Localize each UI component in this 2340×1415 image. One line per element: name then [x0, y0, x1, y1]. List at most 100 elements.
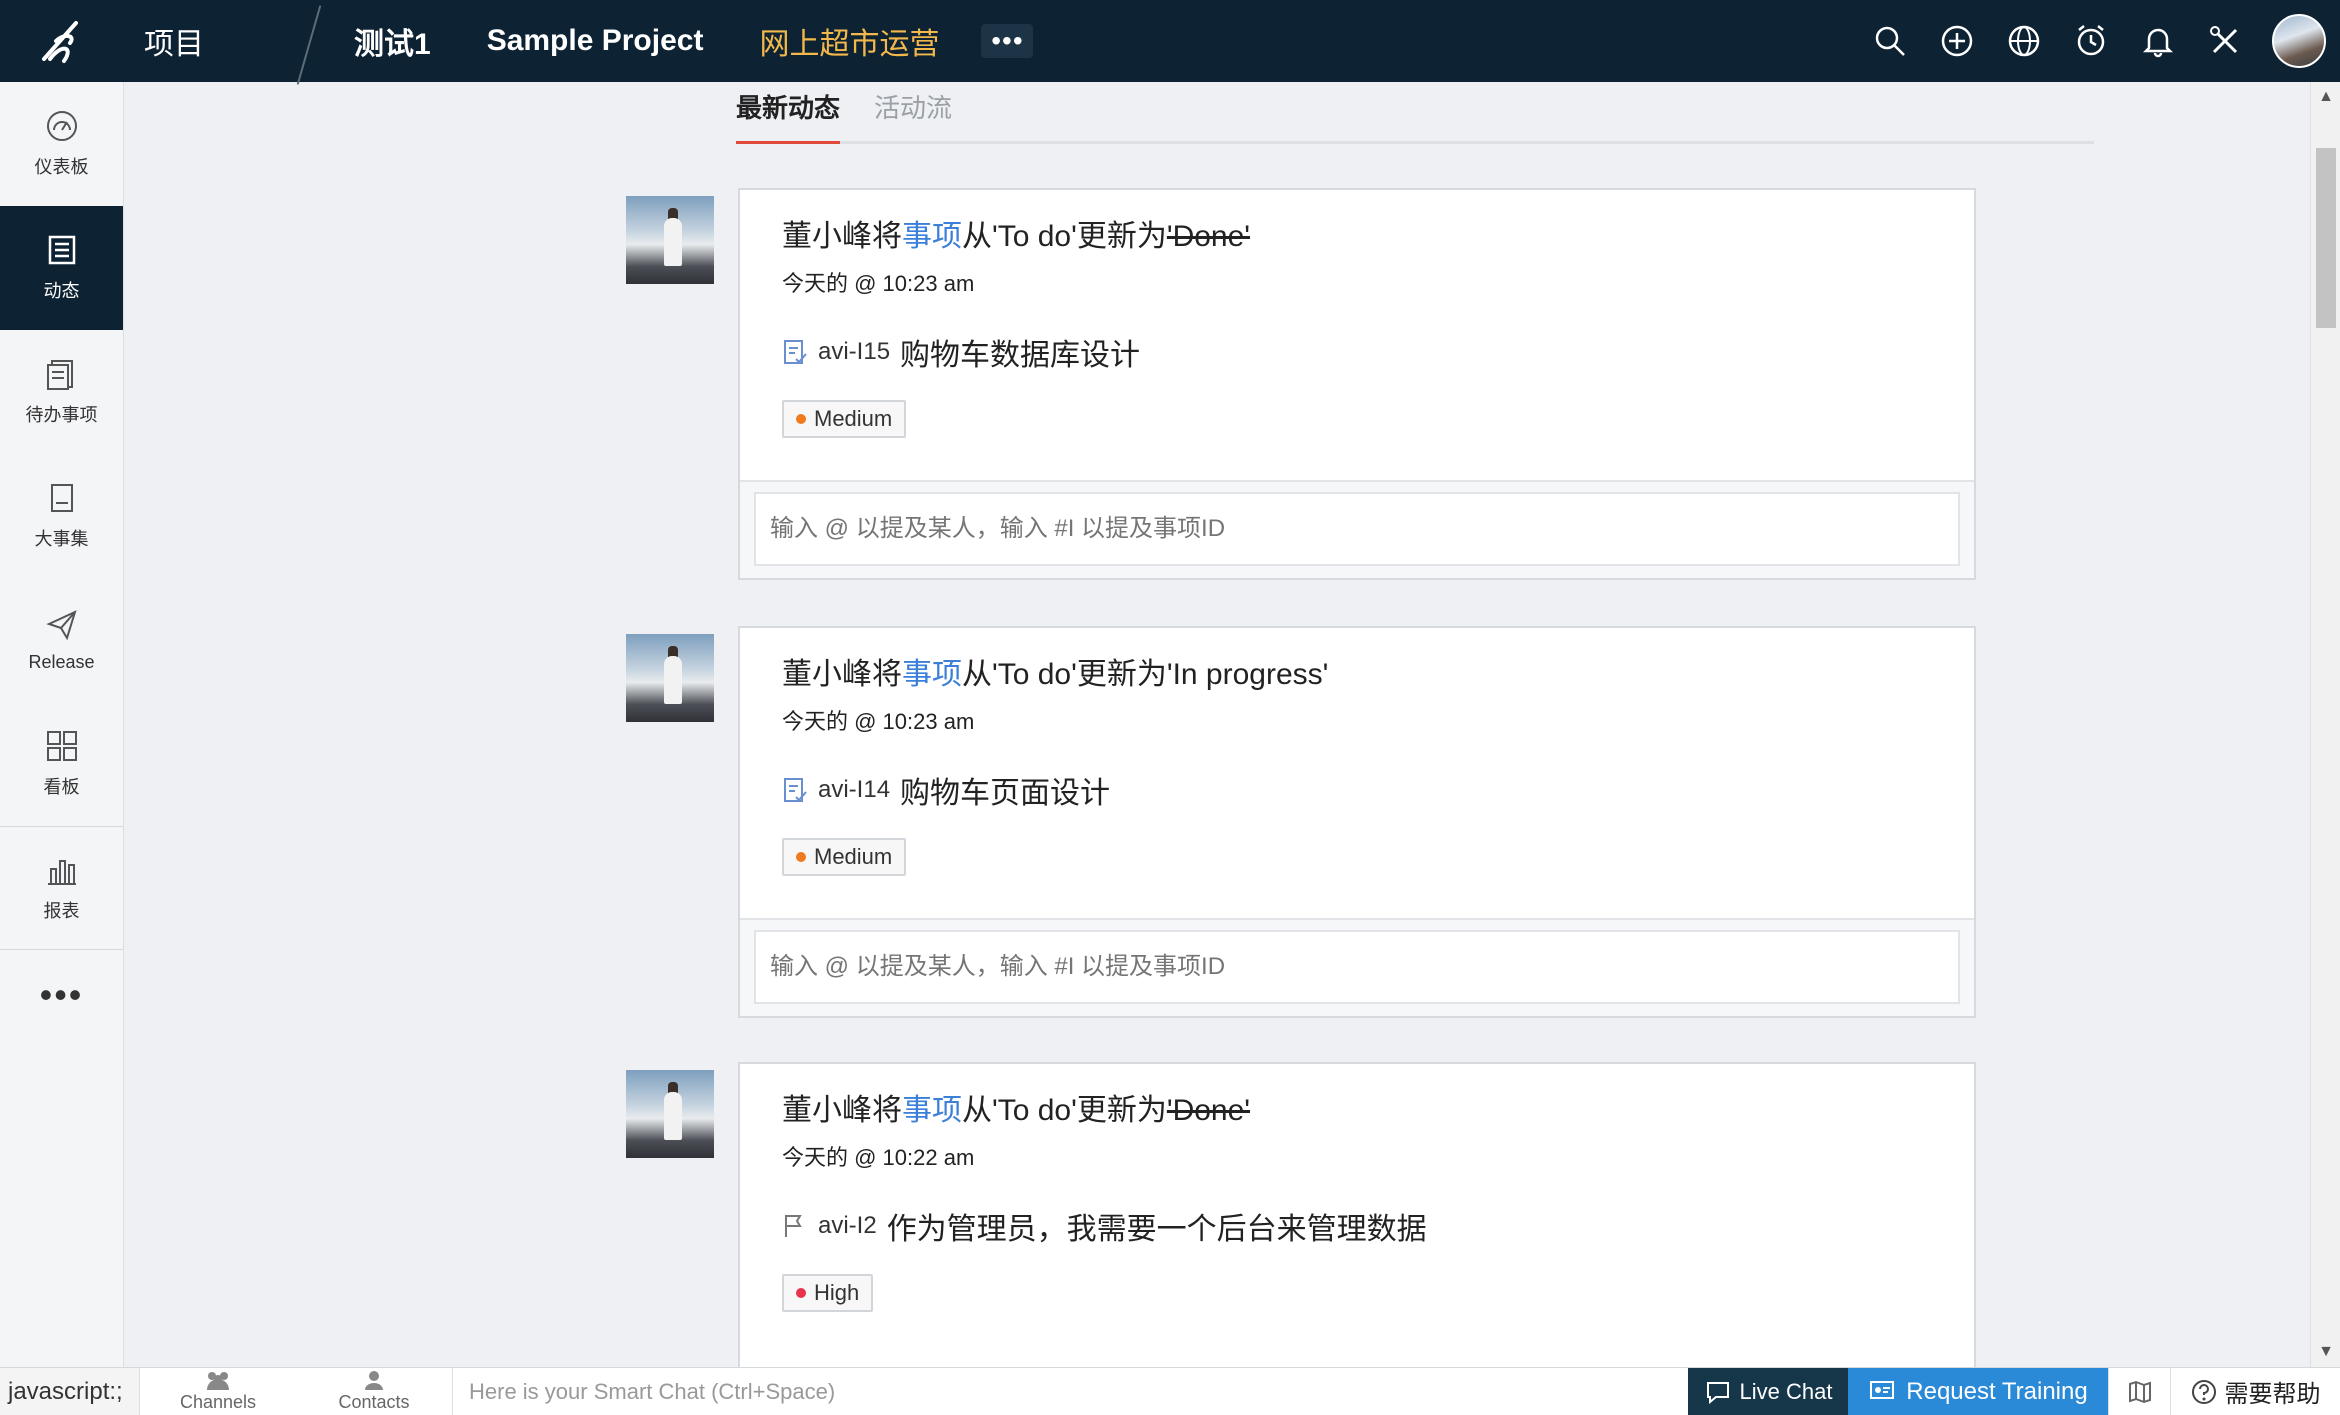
- sidebar-item-label: 看板: [43, 777, 80, 797]
- help-button[interactable]: 需要帮助: [2170, 1368, 2340, 1415]
- item-title[interactable]: 购物车页面设计: [900, 768, 1110, 812]
- feed-icon: [48, 235, 75, 265]
- nav-test1[interactable]: 测试1: [326, 0, 459, 82]
- sidebar-item-label: 仪表板: [34, 157, 89, 177]
- item-id[interactable]: avi-I14: [818, 776, 890, 804]
- user-avatar[interactable]: [2272, 14, 2326, 68]
- feed-entry: 董小峰将事项从'To do'更新为'Done' 今天的 @ 10:22 am a…: [626, 1062, 2106, 1367]
- sidebar-item-release[interactable]: Release: [0, 578, 123, 702]
- item-title[interactable]: 作为管理员，我需要一个后台来管理数据: [887, 1204, 1427, 1248]
- actor-name: 董小峰将: [782, 220, 902, 253]
- board-icon: [46, 731, 77, 761]
- tab-latest[interactable]: 最新动态: [736, 82, 841, 144]
- nav-sample-project[interactable]: Sample Project: [459, 0, 732, 82]
- chat-bubble-icon: [1706, 1381, 1729, 1404]
- scroll-up-arrow[interactable]: ▲: [2311, 82, 2340, 112]
- nav-online-supermarket[interactable]: 网上超市运营: [731, 0, 967, 82]
- epic-icon: [50, 484, 73, 512]
- item-link[interactable]: 事项: [902, 658, 962, 691]
- avatar[interactable]: [626, 196, 714, 284]
- map-icon: [2128, 1380, 2151, 1403]
- app-logo[interactable]: [0, 0, 124, 82]
- feed-card: 董小峰将事项从'To do'更新为'Done' 今天的 @ 10:23 am a…: [738, 188, 1976, 580]
- nav-projects[interactable]: 项目: [124, 0, 296, 82]
- sidebar-more-button[interactable]: •••: [0, 950, 123, 1040]
- settings-button[interactable]: [2191, 0, 2258, 82]
- sidebar-item-reports[interactable]: 报表: [0, 826, 123, 950]
- channels-tab[interactable]: Channels: [140, 1368, 296, 1415]
- status-change-text: 从'To do'更新为: [962, 1094, 1167, 1127]
- avatar[interactable]: [626, 634, 714, 722]
- work-item[interactable]: avi-I14 购物车页面设计: [782, 768, 1932, 812]
- logo-icon: [42, 21, 78, 63]
- new-status: 'In progress': [1166, 658, 1329, 691]
- sidebar-item-epics[interactable]: 大事集: [0, 454, 123, 578]
- comment-area: [740, 918, 1974, 1016]
- timer-button[interactable]: [2057, 0, 2124, 82]
- bottom-bar: javascript:; Channels Contacts Here is y…: [0, 1367, 2340, 1415]
- feed-entry: 董小峰将事项从'To do'更新为'Done' 今天的 @ 10:23 am a…: [626, 188, 2106, 580]
- contacts-tab[interactable]: Contacts: [296, 1368, 452, 1415]
- sidebar-item-label: 报表: [43, 901, 80, 921]
- item-id[interactable]: avi-I2: [818, 1212, 877, 1240]
- feed-card-title: 董小峰将事项从'To do'更新为'Done': [782, 1088, 1932, 1134]
- scroll-thumb[interactable]: [2316, 148, 2336, 328]
- backlog-icon: [46, 360, 73, 390]
- new-status: 'Done': [1166, 1094, 1251, 1127]
- item-link[interactable]: 事项: [902, 1094, 962, 1127]
- sidebar-item-dashboard[interactable]: 仪表板: [0, 82, 123, 206]
- priority-label: High: [814, 1280, 860, 1305]
- sidebar-item-backlog[interactable]: 待办事项: [0, 330, 123, 454]
- sidebar-item-board[interactable]: 看板: [0, 702, 123, 826]
- global-button[interactable]: [1990, 0, 2057, 82]
- smart-chat-input[interactable]: Here is your Smart Chat (Ctrl+Space): [452, 1368, 1688, 1415]
- flag-icon: [785, 1215, 802, 1237]
- comment-input[interactable]: [754, 930, 1960, 1004]
- avatar[interactable]: [626, 1070, 714, 1158]
- timestamp: 今天的 @ 10:23 am: [782, 271, 975, 296]
- help-label: 需要帮助: [2224, 1381, 2321, 1408]
- notifications-button[interactable]: [2124, 0, 2191, 82]
- status-url: javascript:;: [0, 1368, 140, 1415]
- item-title[interactable]: 购物车数据库设计: [900, 330, 1140, 374]
- task-icon: [784, 778, 807, 802]
- sidebar-item-feed[interactable]: 动态: [0, 206, 123, 330]
- work-item[interactable]: avi-I15 购物车数据库设计: [782, 330, 1932, 374]
- comment-input[interactable]: [754, 492, 1960, 566]
- alarm-clock-icon: [2077, 25, 2104, 56]
- search-icon: [1875, 26, 1905, 56]
- live-chat-label: Live Chat: [1739, 1378, 1833, 1404]
- tab-activity-stream[interactable]: 活动流: [874, 82, 952, 144]
- request-training-button[interactable]: Request Training: [1848, 1368, 2108, 1415]
- priority-label: Medium: [814, 844, 893, 869]
- dashboard-icon: [46, 111, 77, 141]
- scroll-down-arrow[interactable]: ▼: [2311, 1337, 2340, 1367]
- sidebar-item-label: 待办事项: [25, 405, 98, 425]
- feed-card: 董小峰将事项从'To do'更新为'Done' 今天的 @ 10:22 am a…: [738, 1062, 1976, 1367]
- priority-badge: High: [782, 1274, 874, 1312]
- channels-label: Channels: [179, 1392, 257, 1412]
- help-icon: [2191, 1379, 2216, 1404]
- feed-card: 董小峰将事项从'To do'更新为'In progress' 今天的 @ 10:…: [738, 626, 1976, 1018]
- feed-card-body: 董小峰将事项从'To do'更新为'In progress' 今天的 @ 10:…: [740, 628, 1974, 918]
- priority-dot: [796, 414, 806, 424]
- release-icon: [45, 609, 77, 640]
- search-button[interactable]: [1856, 0, 1923, 82]
- item-link[interactable]: 事项: [902, 220, 962, 253]
- live-chat-button[interactable]: Live Chat: [1688, 1368, 1848, 1415]
- item-id[interactable]: avi-I15: [818, 338, 890, 366]
- vertical-scrollbar[interactable]: ▲ ▼: [2310, 82, 2340, 1367]
- nav-more-button[interactable]: •••: [981, 24, 1034, 58]
- map-button[interactable]: [2108, 1368, 2170, 1415]
- status-change-text: 从'To do'更新为: [962, 220, 1167, 253]
- feed-card-title: 董小峰将事项从'To do'更新为'Done': [782, 214, 1932, 260]
- globe-icon: [2008, 25, 2039, 57]
- feed-card-title: 董小峰将事项从'To do'更新为'In progress': [782, 652, 1932, 698]
- top-navigation-bar: 项目 测试1 Sample Project 网上超市运营 •••: [0, 0, 2340, 82]
- nav-divider: [296, 0, 326, 82]
- add-button[interactable]: [1923, 0, 1990, 82]
- priority-badge: Medium: [782, 838, 907, 876]
- feed-tabs: 最新动态 活动流: [736, 82, 2094, 144]
- work-item[interactable]: avi-I2 作为管理员，我需要一个后台来管理数据: [782, 1204, 1932, 1248]
- actor-name: 董小峰将: [782, 658, 902, 691]
